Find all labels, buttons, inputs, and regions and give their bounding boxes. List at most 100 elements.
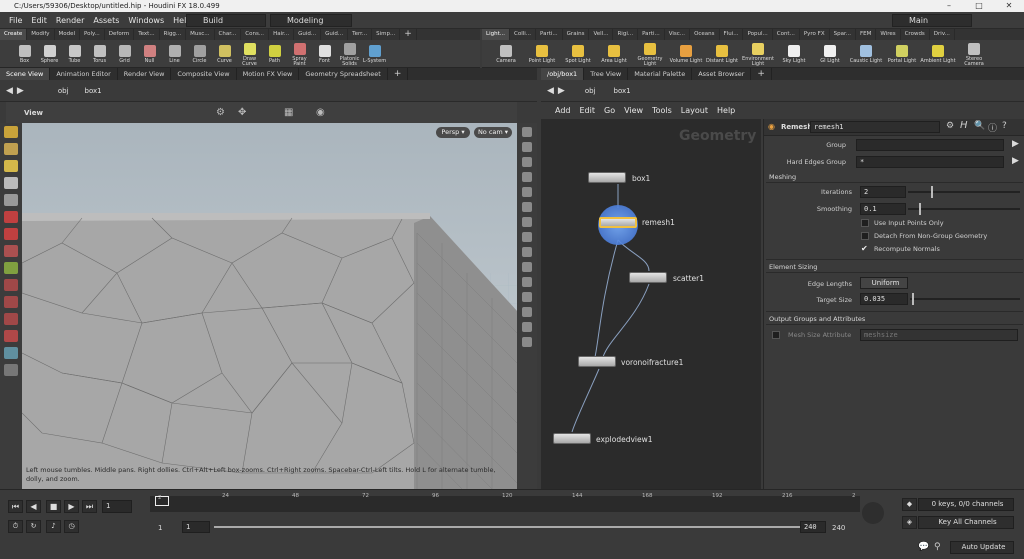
close-button[interactable]: ✕ [994,0,1024,12]
shelf-tool-6[interactable]: Distant Light [704,43,740,64]
pane-tab[interactable]: Animation Editor [50,68,118,80]
shelf-tool-9[interactable]: Draw Curve [237,41,262,67]
help-h-icon[interactable]: H [960,120,968,131]
node-box1[interactable] [588,172,626,183]
net-menu-view[interactable]: View [624,106,643,115]
rotate-icon[interactable] [4,228,18,240]
shelf-tool-7[interactable]: Circle [187,43,212,64]
shelf-tab[interactable]: Visc... [665,29,691,40]
shelf-tab[interactable]: Model [55,29,81,40]
u-magnet-icon[interactable] [4,330,18,342]
add-tab-icon[interactable]: + [751,68,772,80]
hard-edges-arrow-icon[interactable]: ▶ [1012,156,1019,166]
shelf-tab[interactable]: Rigg... [160,29,187,40]
shelf-tool-0[interactable]: Camera [488,43,524,64]
shelf-tab[interactable]: Grains [563,29,590,40]
net-menu-go[interactable]: Go [604,106,615,115]
forward-arrow-icon[interactable]: ▶ [558,86,565,96]
shelf-tool-14[interactable]: L-System [362,43,387,64]
chat-icon[interactable]: 💬 [918,542,929,552]
shelf-tool-12[interactable]: Ambient Light [920,43,956,64]
shelf-tab[interactable]: Cont... [773,29,800,40]
normals-icon[interactable] [522,217,532,227]
edge-lengths-dropdown[interactable]: Uniform [860,277,908,289]
shelf-tool-8[interactable]: Sky Light [776,43,812,64]
keyframe-icon[interactable]: ◆ [902,498,917,511]
net-menu-help[interactable]: Help [717,106,735,115]
scene-viewport[interactable]: Persp ▾ No cam ▾ [22,123,517,489]
group-arrow-icon[interactable]: ▶ [1012,139,1019,149]
shelf-tab[interactable]: Parti... [536,29,563,40]
use-input-points-checkbox[interactable] [861,219,869,227]
desktop-modeling-combo[interactable]: Modeling [270,14,352,27]
shelf-tab[interactable]: Cons... [241,29,270,40]
shelf-tool-4[interactable]: Grid [112,43,137,64]
stop-button[interactable]: ■ [46,500,61,513]
display-icon[interactable] [522,127,532,137]
shelf-tab[interactable]: Guid... [294,29,322,40]
smoothing-slider[interactable] [908,208,1020,210]
target-size-field[interactable]: 0.035 [860,293,908,305]
person-icon[interactable]: ⚲ [934,542,941,552]
shelf-tab[interactable]: Driv... [930,29,955,40]
shelf-tab[interactable]: Vell... [589,29,614,40]
shelf-tab[interactable]: Create [0,29,28,40]
paint-icon[interactable] [4,160,18,172]
uv-icon[interactable] [522,292,532,302]
pose-icon[interactable] [4,364,18,376]
menu-assets[interactable]: Assets [93,16,119,25]
add-tab-icon[interactable]: + [388,68,409,80]
shelf-tool-3[interactable]: Torus [87,43,112,64]
target-size-slider-handle[interactable] [912,293,914,305]
point-display-icon[interactable] [522,187,532,197]
iterations-slider-handle[interactable] [931,186,933,198]
first-frame-button[interactable]: ⏮ [8,500,23,513]
shelf-tool-10[interactable]: Caustic Light [848,43,884,64]
net-menu-layout[interactable]: Layout [681,106,708,115]
iterations-slider[interactable] [908,191,1020,193]
recompute-checkbox[interactable]: ✔ [861,245,869,253]
settings-clock-icon[interactable]: ◷ [64,520,79,533]
shelf-tab[interactable]: Wires [876,29,901,40]
ghost-icon[interactable] [522,142,532,152]
mesh-size-attr-checkbox[interactable] [772,331,780,339]
back-arrow-icon[interactable]: ◀ [6,86,13,96]
shelf-tab[interactable]: Poly... [80,29,105,40]
shelf-tool-8[interactable]: Curve [212,43,237,64]
shelf-tool-2[interactable]: Spot Light [560,43,596,64]
menu-file[interactable]: File [9,16,22,25]
node-scatter1[interactable] [629,272,667,283]
arrow-select-icon[interactable] [4,177,18,189]
shelf-tool-1[interactable]: Point Light [524,43,560,64]
node-remesh1[interactable] [599,217,637,228]
shelf-tab[interactable]: Parti... [638,29,665,40]
shelf-tab[interactable]: Spar... [830,29,856,40]
pane-tab[interactable]: Composite View [171,68,237,80]
pane-tab[interactable]: Motion FX View [237,68,300,80]
lock-icon[interactable] [4,194,18,206]
desktop-main-combo[interactable]: Main [892,14,972,27]
shelf-tool-13[interactable]: Stereo Camera [956,41,992,67]
shelf-tab[interactable]: Colli... [510,29,537,40]
gear-icon[interactable]: ⚙ [946,121,954,131]
search-icon[interactable]: 🔍 [974,121,985,131]
target-size-slider[interactable] [910,298,1020,300]
shelf-tab[interactable]: Pyro FX [800,29,830,40]
last-frame-button[interactable]: ⏭ [82,500,97,513]
shelf-tool-12[interactable]: Font [312,43,337,64]
shelf-tab[interactable]: Hair... [269,29,295,40]
audio-icon[interactable]: ♪ [46,520,61,533]
shelf-tool-4[interactable]: Geometry Light [632,41,668,67]
play-button[interactable]: ▶ [64,500,79,513]
shelf-tool-5[interactable]: Volume Light [668,43,704,64]
shelf-tab[interactable]: Char... [215,29,242,40]
key-all-channels-button[interactable]: Key All Channels [918,516,1014,529]
shelf-tool-7[interactable]: Environment Light [740,41,776,67]
detach-checkbox[interactable] [861,232,869,240]
path-segment-obj[interactable]: obj [585,87,596,95]
pane-tab[interactable]: Geometry Spreadsheet [299,68,388,80]
frame-icon[interactable] [522,307,532,317]
shading-icon[interactable] [522,247,532,257]
net-menu-add[interactable]: Add [555,106,571,115]
wire-icon[interactable] [522,232,532,242]
